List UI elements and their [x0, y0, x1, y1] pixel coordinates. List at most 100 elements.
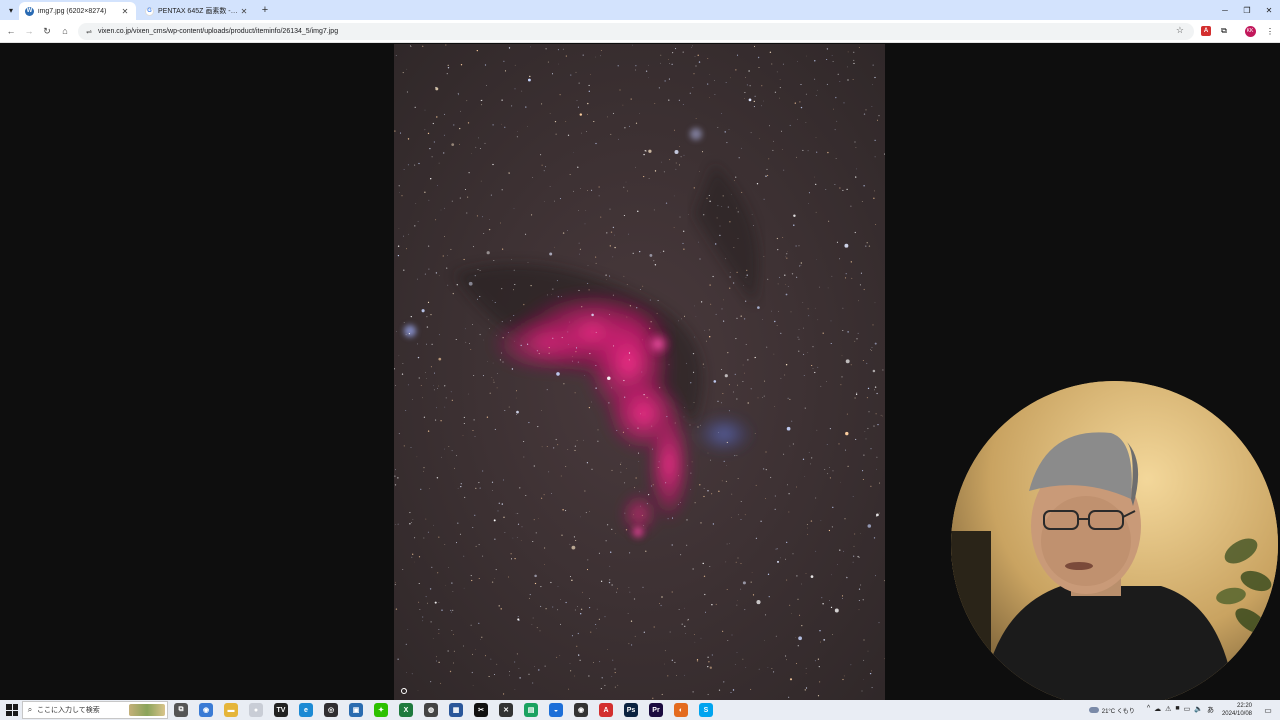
browser-toolbar: ← → ↻ ⌂ ⇌ vixen.co.jp/vixen_cms/wp-conte…	[0, 20, 1280, 43]
person-silhouette	[951, 381, 1278, 708]
file-explorer-glyph: ▬	[227, 706, 235, 714]
chrome-glyph: ●	[253, 706, 259, 714]
excel-glyph: X	[403, 706, 409, 714]
wechat-glyph: ✦	[378, 707, 384, 714]
windows-start-icon[interactable]	[6, 704, 18, 716]
puzzle-icon: ⧉	[1221, 26, 1227, 35]
tray-icon[interactable]: ^	[1147, 705, 1150, 715]
app-orange-glyph: ◐	[678, 706, 684, 714]
wechat-icon[interactable]: ✦	[374, 703, 388, 717]
app-circle-icon[interactable]: ◉	[574, 703, 588, 717]
close-tab-icon[interactable]: ✕	[239, 7, 249, 16]
taskbar: ⌕ ここに入力して検索 ⧉ ◉ ▬ ● TV e ◎ ▣ ✦ X ◍ ▦ ✂ ✕ ▤ ◒ ◉ A Ps Pr ◐ S 21…	[0, 700, 1280, 720]
tab-title: PENTAX 645Z 画素数 - Google	[158, 8, 239, 15]
system-tray: 21°C くもり ^ ☁ ⚠ ■ ▭ 🔈 あ 22:20 2024/10/08 ▭	[1088, 700, 1280, 720]
app-tv-icon[interactable]: TV	[274, 703, 288, 717]
app-chat-icon[interactable]: ◒	[549, 703, 563, 717]
tray-icon[interactable]: ⚠	[1165, 705, 1171, 715]
pdf-extension-button[interactable]: A	[1199, 23, 1213, 39]
tray-icon[interactable]: あ	[1207, 705, 1214, 715]
webcam-overlay	[951, 381, 1278, 708]
minimize-button[interactable]: ─	[1214, 0, 1236, 20]
store-glyph: ▣	[352, 707, 360, 714]
skype-icon[interactable]: S	[699, 703, 713, 717]
obs-icon[interactable]: ◎	[324, 703, 338, 717]
app-circle-glyph: ◉	[577, 707, 585, 714]
app-x-glyph: ✕	[503, 707, 509, 714]
home-button[interactable]: ⌂	[58, 24, 72, 38]
back-button[interactable]: ←	[4, 24, 18, 38]
app-tv-glyph: TV	[276, 706, 286, 714]
reload-button[interactable]: ↻	[40, 24, 54, 38]
taskbar-search-box[interactable]: ⌕ ここに入力して検索	[22, 701, 168, 719]
app-blue-icon[interactable]: ▦	[449, 703, 463, 717]
capcut-icon[interactable]: ✂	[474, 703, 488, 717]
site-info-icon[interactable]: ⇌	[82, 28, 96, 36]
store-icon[interactable]: ▣	[349, 703, 363, 717]
wordpress-icon: W	[25, 6, 34, 16]
search-placeholder: ここに入力して検索	[37, 707, 100, 714]
copilot-icon[interactable]: ◉	[199, 703, 213, 717]
tray-icons: ^ ☁ ⚠ ■ ▭ 🔈 あ	[1147, 705, 1214, 715]
weather-widget[interactable]: 21°C くもり	[1088, 706, 1135, 715]
app-green-glyph: ▤	[527, 707, 535, 714]
address-bar[interactable]: ⇌ vixen.co.jp/vixen_cms/wp-content/uploa…	[78, 23, 1194, 40]
photoshop-glyph: Ps	[626, 706, 636, 714]
excel-icon[interactable]: X	[399, 703, 413, 717]
displayed-image	[394, 44, 885, 700]
edge-icon[interactable]: e	[299, 703, 313, 717]
copilot-glyph: ◉	[202, 707, 210, 714]
forward-button[interactable]: →	[22, 24, 36, 38]
tab-google-search[interactable]: G PENTAX 645Z 画素数 - Google ✕	[139, 2, 255, 20]
bookmark-star-icon[interactable]: ☆	[1176, 25, 1184, 36]
tab-search-icon[interactable]: ▾	[4, 3, 18, 17]
app-disc-icon[interactable]: ◍	[424, 703, 438, 717]
app-orange-icon[interactable]: ◐	[674, 703, 688, 717]
capcut-glyph: ✂	[478, 707, 484, 714]
search-icon: ⌕	[27, 705, 33, 714]
photoshop-icon[interactable]: Ps	[624, 703, 638, 717]
tab-title: img7.jpg (6202×8274)	[38, 7, 107, 15]
app-blue-glyph: ▦	[452, 707, 460, 714]
star-field	[394, 44, 885, 700]
extensions-button[interactable]: ⧉	[1217, 23, 1231, 39]
clock-time: 22:20	[1236, 703, 1252, 709]
close-window-button[interactable]: ✕	[1258, 0, 1280, 20]
task-view-glyph: ⧉	[178, 706, 184, 713]
profile-button[interactable]: KK	[1243, 23, 1257, 39]
search-highlight-image	[129, 704, 165, 716]
app-green-icon[interactable]: ▤	[524, 703, 538, 717]
tray-icon[interactable]: ☁	[1154, 705, 1161, 715]
skype-glyph: S	[703, 706, 709, 714]
tray-icon[interactable]: ■	[1175, 705, 1179, 715]
app-x-icon[interactable]: ✕	[499, 703, 513, 717]
new-tab-button[interactable]: +	[259, 3, 271, 17]
tray-icon[interactable]: ▭	[1184, 705, 1191, 715]
app-disc-glyph: ◍	[427, 707, 435, 714]
menu-button[interactable]: ⋮	[1263, 23, 1277, 39]
weather-text: 21°C くもり	[1101, 708, 1135, 715]
tab-strip: ▾ W img7.jpg (6202×8274) ✕ G PENTAX 645Z…	[0, 0, 1280, 20]
cloud-icon	[1088, 707, 1099, 713]
window-controls: ─ ❐ ✕	[1214, 0, 1280, 20]
tab-img7[interactable]: W img7.jpg (6202×8274) ✕	[19, 2, 136, 20]
clock-date: 2024/10/08	[1221, 711, 1252, 717]
file-explorer-icon[interactable]: ▬	[224, 703, 238, 717]
restore-button[interactable]: ❐	[1236, 0, 1258, 20]
close-tab-icon[interactable]: ✕	[120, 7, 130, 16]
acrobat-icon[interactable]: A	[599, 703, 613, 717]
clock[interactable]: 22:20 2024/10/08	[1222, 702, 1252, 718]
app-chat-glyph: ◒	[553, 706, 559, 714]
mouse-cursor	[401, 688, 407, 694]
edge-glyph: e	[304, 706, 308, 714]
tray-icon[interactable]: 🔈	[1194, 705, 1203, 715]
notification-icon[interactable]: ▭	[1260, 702, 1276, 718]
page-content	[0, 44, 1280, 708]
acrobat-icon: A	[1201, 26, 1211, 36]
url-text: vixen.co.jp/vixen_cms/wp-content/uploads…	[98, 28, 339, 35]
google-icon: G	[145, 6, 154, 16]
premiere-icon[interactable]: Pr	[649, 703, 663, 717]
task-view-icon[interactable]: ⧉	[174, 703, 188, 717]
chrome-icon[interactable]: ●	[249, 703, 263, 717]
avatar: KK	[1244, 25, 1256, 37]
